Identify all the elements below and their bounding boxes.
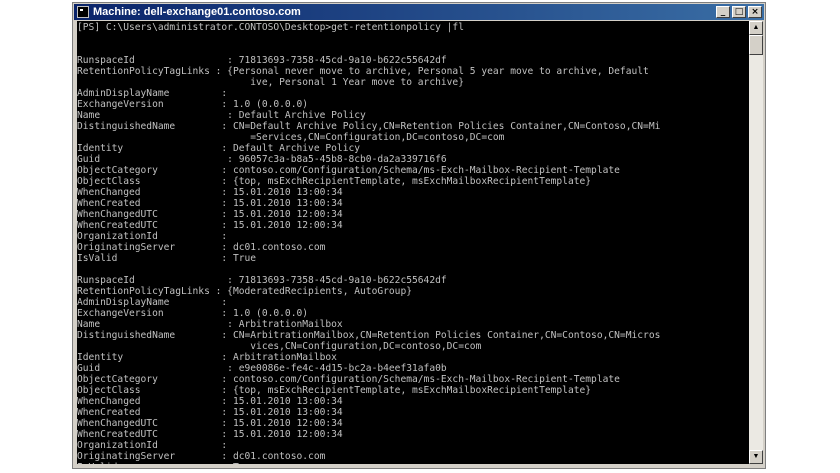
console-line: AdminDisplayName :: [77, 88, 228, 99]
console-line: Guid : e9e0086e-fe4c-4d15-bc2a-b4eef31af…: [77, 363, 447, 374]
close-button[interactable]: ×: [748, 6, 762, 18]
console-line: DistinguishedName : CN=ArbitrationMailbo…: [77, 330, 661, 341]
console-output[interactable]: [PS] C:\Users\administrator.CONTOSO\Desk…: [77, 21, 749, 464]
console-line: ExchangeVersion : 1.0 (0.0.0.0): [77, 99, 309, 110]
console-line: OrganizationId :: [77, 231, 228, 242]
minimize-button[interactable]: _: [716, 6, 730, 18]
console-line: ObjectCategory : contoso.com/Configurati…: [77, 374, 620, 385]
console-line: RetentionPolicyTagLinks : {Personal neve…: [77, 66, 649, 77]
console-line: WhenCreated : 15.01.2010 13:00:34: [77, 198, 343, 209]
console-line: WhenChangedUTC : 15.01.2010 12:00:34: [77, 209, 343, 220]
console-line: vices,CN=Configuration,DC=contoso,DC=com: [77, 341, 482, 352]
scroll-down-button[interactable]: ▼: [749, 450, 763, 464]
console-line: [PS] C:\Users\administrator.CONTOSO\Desk…: [77, 22, 464, 33]
console-line: AdminDisplayName :: [77, 297, 228, 308]
console-line: ObjectClass : {top, msExchRecipientTempl…: [77, 176, 592, 187]
console-line: =Services,CN=Configuration,DC=contoso,DC…: [77, 132, 505, 143]
console-line: ObjectCategory : contoso.com/Configurati…: [77, 165, 620, 176]
title-bar[interactable]: Machine: dell-exchange01.contoso.com _ □…: [74, 4, 764, 20]
console-line: IsValid : True: [77, 253, 257, 264]
console-line: IsValid : True: [77, 462, 256, 464]
console-line: OriginatingServer : dc01.contoso.com: [77, 242, 326, 253]
console-line: WhenCreatedUTC : 15.01.2010 12:00:34: [77, 220, 343, 231]
console-line: OrganizationId :: [77, 440, 228, 451]
console-line: WhenChanged : 15.01.2010 13:00:34: [77, 396, 343, 407]
console-line: RunspaceId : 71813693-7358-45cd-9a10-b62…: [77, 275, 447, 286]
console-line: ObjectClass : {top, msExchRecipientTempl…: [77, 385, 592, 396]
vertical-scrollbar[interactable]: ▲ ▼: [749, 21, 763, 464]
console-line: WhenCreated : 15.01.2010 13:00:34: [77, 407, 343, 418]
remote-console-window: Machine: dell-exchange01.contoso.com _ □…: [72, 2, 766, 469]
scroll-thumb[interactable]: [749, 35, 763, 55]
console-line: ive, Personal 1 Year move to archive}: [77, 77, 464, 88]
console-line: WhenCreatedUTC : 15.01.2010 12:00:34: [77, 429, 343, 440]
console-line: DistinguishedName : CN=Default Archive P…: [77, 121, 661, 132]
console-line: ExchangeVersion : 1.0 (0.0.0.0): [77, 308, 309, 319]
console-app-icon: [77, 6, 89, 18]
scroll-up-button[interactable]: ▲: [749, 21, 763, 35]
console-line: Identity : ArbitrationMailbox: [77, 352, 337, 363]
console-line: Name : Default Archive Policy: [77, 110, 366, 121]
console-line: WhenChangedUTC : 15.01.2010 12:00:34: [77, 418, 343, 429]
console-line: OriginatingServer : dc01.contoso.com: [77, 451, 326, 462]
window-title: Machine: dell-exchange01.contoso.com: [93, 6, 301, 18]
console-line: Name : ArbitrationMailbox: [77, 319, 343, 330]
maximize-button[interactable]: □: [732, 6, 746, 18]
console-line: Identity : Default Archive Policy: [77, 143, 361, 154]
console-line: Guid : 96057c3a-b8a5-45b8-8cb0-da2a33971…: [77, 154, 447, 165]
console-line: RetentionPolicyTagLinks : {ModeratedReci…: [77, 286, 413, 297]
console-line: RunspaceId : 71813693-7358-45cd-9a10-b62…: [77, 55, 447, 66]
console-line: WhenChanged : 15.01.2010 13:00:34: [77, 187, 343, 198]
